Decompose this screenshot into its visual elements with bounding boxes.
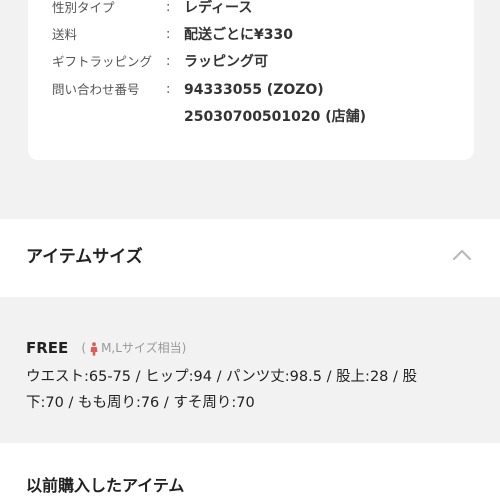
item-size-content: FREE ( M,Lサイズ相当) ウエスト:65-75 / ヒップ:94 / パ… xyxy=(0,297,500,443)
spec-value: 94333055 (ZOZO) xyxy=(184,82,324,98)
spec-value: レディース xyxy=(184,0,253,16)
person-icon xyxy=(90,341,98,356)
previously-purchased-title: 以前購入したアイテム xyxy=(26,476,185,495)
chevron-up-icon[interactable] xyxy=(452,248,472,262)
spec-value: ラッピング可 xyxy=(184,54,268,70)
spec-label: ギフトラッピング xyxy=(52,54,153,69)
size-measurements-line-1: ウエスト:65-75 / ヒップ:94 / パンツ丈:98.5 / 股上:28 … xyxy=(26,369,417,385)
spec-card: 性別タイプ : レディース 送料 : 配送ごとに¥330 ギフトラッピング : … xyxy=(28,0,474,160)
spec-value: 25030700501020 (店舗) xyxy=(184,109,367,125)
product-detail-page: 性別タイプ : レディース 送料 : 配送ごとに¥330 ギフトラッピング : … xyxy=(0,0,500,500)
item-size-title: アイテムサイズ xyxy=(26,247,143,267)
spec-colon: : xyxy=(166,82,171,97)
spec-colon: : xyxy=(166,54,171,69)
spec-label: 送料 xyxy=(52,27,78,42)
size-measurements-line-2: 下:70 / もも周り:76 / すそ周り:70 xyxy=(26,395,255,411)
size-name: FREE xyxy=(26,339,69,357)
spec-row-inquiry-number-store: 25030700501020 (店舗) xyxy=(28,105,474,129)
spec-colon: : xyxy=(166,27,171,42)
size-note-text: M,Lサイズ相当) xyxy=(101,341,187,355)
size-equivalent-note: ( M,Lサイズ相当) xyxy=(81,341,187,356)
spec-value: 配送ごとに¥330 xyxy=(184,27,293,43)
spec-label: 問い合わせ番号 xyxy=(52,82,140,97)
spec-row-inquiry-number: 問い合わせ番号 : 94333055 (ZOZO) xyxy=(28,78,474,102)
item-size-accordion-header[interactable]: アイテムサイズ xyxy=(0,219,500,297)
previously-purchased-section[interactable]: 以前購入したアイテム xyxy=(0,443,500,500)
size-name-line: FREE ( M,Lサイズ相当) xyxy=(26,337,186,359)
spec-row-shipping: 送料 : 配送ごとに¥330 xyxy=(28,23,474,47)
spec-row-gift-wrapping: ギフトラッピング : ラッピング可 xyxy=(28,50,474,74)
size-note-open-paren: ( xyxy=(81,341,87,355)
spec-row-gender: 性別タイプ : レディース xyxy=(28,0,474,20)
spec-label: 性別タイプ xyxy=(52,0,115,15)
spec-colon: : xyxy=(166,0,171,15)
